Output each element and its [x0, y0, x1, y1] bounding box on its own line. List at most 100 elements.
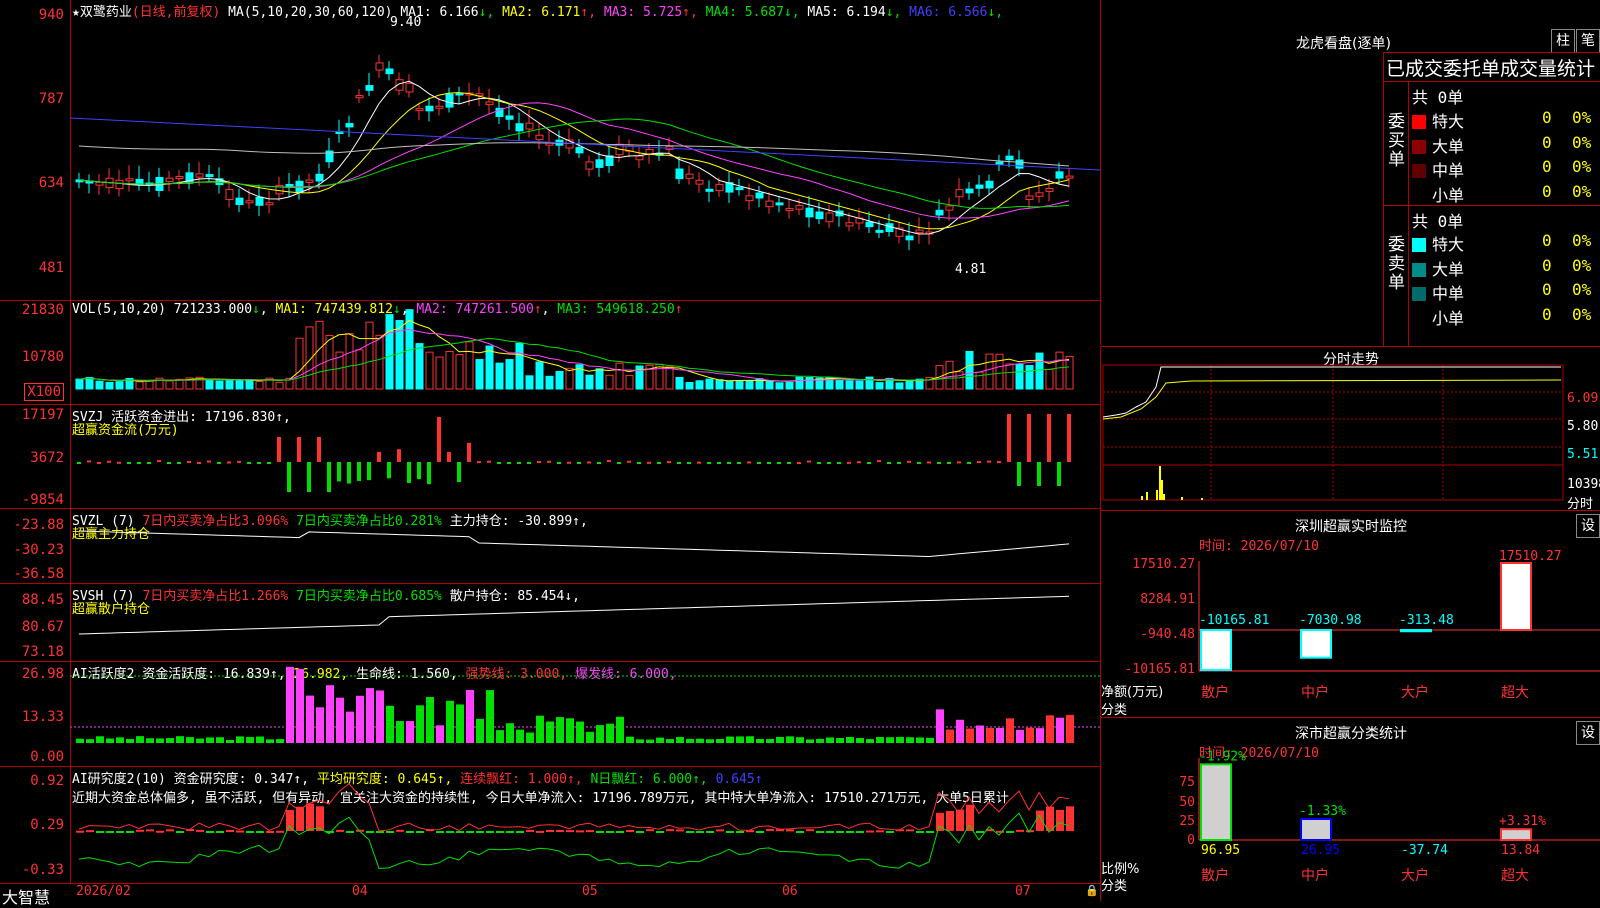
activity-bar — [166, 738, 174, 743]
volume-bar — [625, 374, 634, 390]
sell-total: 共 0单 — [1412, 212, 1464, 231]
activity-bar — [736, 736, 744, 743]
flow-bar — [647, 461, 651, 464]
flow-bar — [217, 462, 221, 464]
volume-bar — [235, 379, 244, 390]
flow-bar — [107, 460, 111, 463]
flow-bar — [307, 462, 311, 492]
volume-bar — [775, 382, 784, 390]
kline-panel[interactable]: 940 787 634 481 ★双鹭药业(日线,前复权) MA(5,10,20… — [0, 0, 1100, 301]
intraday-vol-bar — [1159, 466, 1161, 500]
flow-bar — [417, 462, 421, 480]
order-row: 中单 0 0% — [1412, 157, 1600, 181]
volume-bar — [505, 359, 514, 390]
order-count: 0 — [1542, 157, 1552, 176]
intraday-panel[interactable]: 分时走势 6.09 5.80 5.51 10398 分时 — [1100, 346, 1600, 512]
svsh-panel[interactable]: 88.45 80.67 73.18 SVSH (7) 7日内买卖净占比1.266… — [0, 584, 1100, 662]
research-bar — [556, 830, 564, 833]
ratio-bar — [1500, 828, 1532, 842]
candle-body — [385, 68, 394, 75]
lock-icon[interactable]: 🔒 — [1085, 884, 1099, 897]
research-bar — [406, 831, 414, 833]
candle-body — [765, 200, 774, 208]
order-pct: 0% — [1572, 181, 1592, 201]
candle-body — [1035, 192, 1044, 197]
candle-body — [965, 188, 974, 194]
activity-bar — [766, 739, 774, 743]
activity-bar — [1036, 728, 1044, 743]
volume-bar — [325, 334, 334, 390]
vol-unit: X100 — [24, 383, 64, 401]
ma1-line — [78, 80, 1070, 235]
sz-monitor-panel[interactable]: 深圳超赢实时监控 设 时间: 2026/07/10 17510.27 8284.9… — [1100, 510, 1600, 718]
activity-bar — [136, 736, 144, 743]
low-price-mark: 4.81 — [955, 262, 987, 277]
volume-bar — [705, 378, 714, 390]
ai-active-tick: 13.33 — [21, 709, 64, 725]
tick-mode-button[interactable]: 笔 — [1576, 29, 1600, 53]
flow-bar — [537, 461, 541, 464]
candle-body — [795, 205, 804, 210]
category-label: 大户 — [1401, 867, 1429, 884]
bar-mode-button[interactable]: 柱 — [1551, 29, 1575, 53]
price-tick: 481 — [38, 260, 64, 276]
category-label: 超大 — [1501, 868, 1529, 884]
ai-active-axis: 26.98 13.33 0.00 — [0, 662, 71, 766]
flow-bar — [167, 462, 171, 464]
flow-bar — [917, 462, 921, 464]
candlestick-chart — [70, 54, 1100, 251]
sz-class-tick: 50 — [1179, 795, 1195, 810]
research-bar — [886, 831, 894, 833]
svzl-panel[interactable]: -23.88 -30.23 -36.58 SVZL (7) 7日内买卖净占比3.… — [0, 509, 1100, 584]
flow-bar — [787, 462, 791, 464]
ratio-value-label: 13.84 — [1501, 843, 1540, 858]
flow-bar — [407, 462, 411, 483]
price-tick: 787 — [38, 91, 64, 107]
flow-bar — [187, 460, 191, 463]
order-pct: 0% — [1572, 108, 1592, 127]
volume-bar — [1035, 352, 1044, 390]
order-type: 大单 — [1432, 136, 1465, 156]
research-bar — [946, 810, 954, 831]
color-swatch — [1412, 188, 1426, 203]
flow-bar — [487, 460, 491, 463]
flow-bar — [707, 462, 711, 464]
flow-bar — [857, 461, 861, 464]
research-bar — [136, 829, 144, 832]
longhu-panel[interactable]: 龙虎看盘(逐单) 柱 笔 已成交委托单成交量统计 委买单 共 0单 特大 0 0% 大… — [1100, 0, 1600, 346]
sz-class-panel[interactable]: 深市超赢分类统计 设 时间: 2026/07/10 75 50 25 0 -1.92% 9… — [1100, 717, 1600, 901]
order-stats-tab[interactable]: 已成交委托单成交量统计 — [1386, 54, 1595, 81]
candle-body — [975, 184, 984, 189]
candle-body — [265, 202, 274, 206]
svzj-panel[interactable]: 17197 3672 -9854 SVZJ 活跃资金进出: 17196.830↑… — [0, 405, 1100, 509]
research-bar — [506, 831, 514, 833]
ratio-bar — [1300, 817, 1332, 841]
research-bar — [686, 831, 694, 833]
volume-panel[interactable]: 21830 10780 X100 VOL(5,10,20) 721233.000… — [0, 301, 1100, 405]
intraday-tick: 5.80 — [1567, 419, 1599, 434]
activity-bar — [786, 736, 794, 743]
ai-research-panel[interactable]: 0.92 0.29 -0.33 AI研究度2(10) 资金研究度: 0.347↑… — [0, 767, 1100, 883]
candle-body — [905, 235, 914, 241]
activity-bar — [106, 738, 114, 743]
category-label: 散户 — [1201, 867, 1229, 884]
volume-bar — [865, 376, 874, 390]
flow-bar — [157, 460, 161, 463]
flow-bar — [1007, 414, 1011, 462]
activity-bar — [696, 738, 704, 743]
research-bar — [656, 831, 664, 833]
sz-monitor-chart: 17510.27 8284.91 -940.48 -10165.81 -10165.81… — [1125, 549, 1600, 701]
ai-active-panel[interactable]: 26.98 13.33 0.00 AI活跃度2 资金活跃度: 16.839↑, … — [0, 662, 1100, 767]
vol-ma-line — [78, 337, 1070, 381]
main-force-chart — [78, 530, 1070, 558]
fund-flow-chart — [77, 414, 1071, 492]
research-bar — [236, 830, 244, 833]
order-row: 小单 0 0% — [1412, 305, 1600, 329]
volume-bar — [675, 376, 684, 390]
research-bar — [256, 831, 264, 833]
flow-bar — [967, 462, 971, 464]
ratio-value-label: 26.95 — [1301, 843, 1340, 858]
candle-body — [685, 173, 694, 179]
svsh-axis: 88.45 80.67 73.18 — [0, 584, 71, 661]
order-count: 0 — [1542, 181, 1552, 201]
